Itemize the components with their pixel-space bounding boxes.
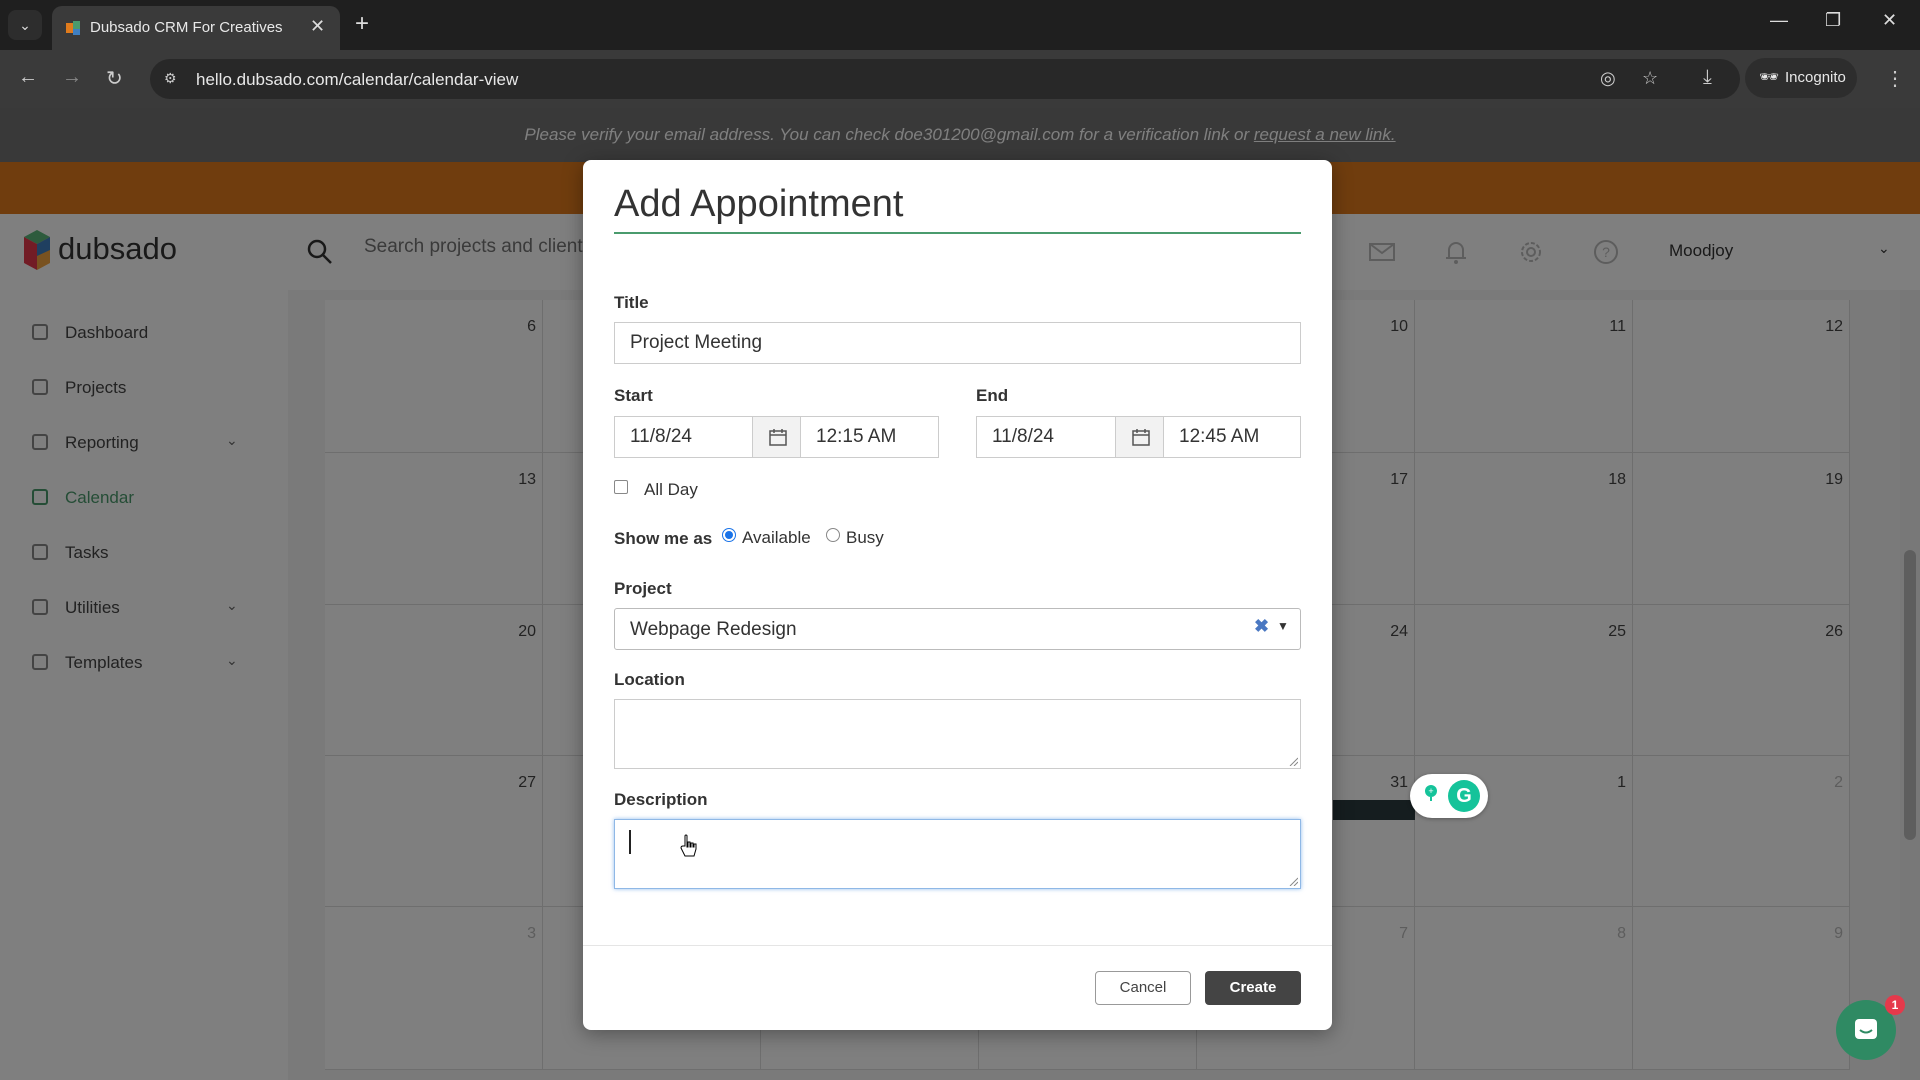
dropdown-caret-icon[interactable]: ▼	[1277, 619, 1289, 633]
forward-icon[interactable]: →	[62, 66, 82, 89]
description-label: Description	[614, 790, 708, 809]
address-bar[interactable]: ⚙ hello.dubsado.com/calendar/calendar-vi…	[150, 59, 1740, 99]
chat-badge: 1	[1885, 995, 1905, 1015]
tab-search-button[interactable]: ⌄	[8, 10, 42, 40]
end-label: End	[976, 386, 1009, 405]
project-select-value: Webpage Redesign	[630, 619, 797, 640]
end-date-picker-button[interactable]	[1115, 416, 1164, 458]
incognito-icon: 🕶	[1759, 69, 1780, 86]
reload-icon[interactable]: ↻	[106, 66, 123, 91]
grammarly-widget[interactable]: + G	[1410, 774, 1488, 818]
all-day-checkbox[interactable]	[614, 480, 628, 494]
clear-selection-icon[interactable]: ✖	[1254, 616, 1269, 637]
bookmark-star-icon[interactable]: ☆	[1642, 68, 1658, 89]
browser-toolbar: ← → ↻ ⚙ hello.dubsado.com/calendar/calen…	[0, 50, 1920, 108]
svg-text:+: +	[1428, 786, 1433, 796]
all-day-label: All Day	[644, 480, 698, 499]
end-time-input[interactable]	[1163, 416, 1301, 458]
window-close-icon[interactable]: ✕	[1882, 10, 1897, 31]
create-button[interactable]: Create	[1205, 971, 1301, 1005]
add-appointment-modal: Add Appointment Title Start End All Day …	[583, 160, 1332, 1030]
start-date-input[interactable]	[614, 416, 753, 458]
modal-footer-divider	[583, 945, 1332, 946]
eye-off-icon[interactable]: ◎	[1600, 68, 1616, 89]
modal-title-divider	[614, 232, 1301, 234]
text-caret	[629, 830, 631, 854]
incognito-label: Incognito	[1785, 69, 1846, 86]
resize-handle-icon[interactable]	[1288, 876, 1298, 886]
browser-menu-icon[interactable]: ⋮	[1885, 66, 1905, 91]
browser-tab-bar: ⌄ Dubsado CRM For Creatives ✕ + — ❐ ✕	[0, 0, 1920, 50]
back-icon[interactable]: ←	[18, 66, 38, 89]
url-text: hello.dubsado.com/calendar/calendar-view	[196, 70, 519, 89]
title-input[interactable]	[614, 322, 1301, 364]
title-label: Title	[614, 293, 649, 312]
grammarly-logo-icon[interactable]: G	[1448, 780, 1480, 812]
modal-title: Add Appointment	[614, 183, 904, 225]
available-label: Available	[742, 528, 811, 547]
hand-cursor-icon	[680, 834, 697, 857]
cancel-button[interactable]: Cancel	[1095, 971, 1191, 1005]
resize-handle-icon[interactable]	[1288, 756, 1298, 766]
busy-label: Busy	[846, 528, 884, 547]
grammarly-pin-icon[interactable]: +	[1422, 784, 1440, 802]
start-label: Start	[614, 386, 653, 405]
dubsado-favicon-icon	[66, 21, 80, 35]
location-textarea[interactable]	[614, 699, 1301, 769]
start-date-picker-button[interactable]	[752, 416, 801, 458]
end-date-input[interactable]	[976, 416, 1116, 458]
tab-title: Dubsado CRM For Creatives	[90, 19, 283, 36]
project-select[interactable]: Webpage Redesign ✖ ▼	[614, 608, 1301, 650]
start-time-input[interactable]	[800, 416, 939, 458]
busy-radio[interactable]	[826, 528, 840, 542]
calendar-icon	[1132, 429, 1150, 446]
new-tab-icon[interactable]: +	[355, 10, 369, 38]
calendar-icon	[769, 429, 787, 446]
available-radio[interactable]	[722, 528, 736, 542]
minimize-icon[interactable]: —	[1770, 10, 1788, 31]
restore-icon[interactable]: ❐	[1825, 10, 1841, 31]
description-textarea[interactable]	[614, 819, 1301, 889]
incognito-badge[interactable]: 🕶 Incognito	[1745, 58, 1857, 98]
project-label: Project	[614, 579, 672, 598]
show-me-as-label: Show me as	[614, 529, 713, 548]
tab-close-icon[interactable]: ✕	[310, 16, 325, 37]
browser-tab[interactable]: Dubsado CRM For Creatives ✕	[52, 6, 340, 50]
site-info-icon[interactable]: ⚙	[164, 70, 177, 87]
download-icon[interactable]: ⤓	[1703, 66, 1712, 89]
location-label: Location	[614, 670, 685, 689]
chat-icon	[1855, 1019, 1877, 1039]
